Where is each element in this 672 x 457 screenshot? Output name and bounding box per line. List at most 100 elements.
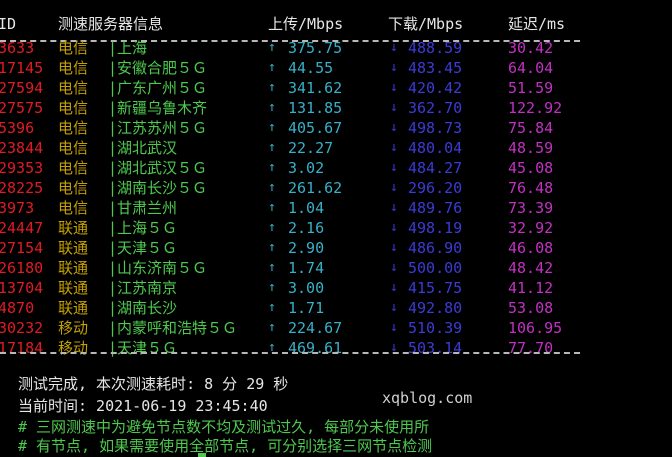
- isp-name: 联通: [58, 219, 89, 237]
- table-row: 5396 电信 |江苏苏州５Ｇ ↑ 405.67 ↓ 498.73 75.84: [0, 118, 672, 138]
- up-arrow-icon: ↑: [268, 160, 276, 175]
- server-id: 17184: [0, 339, 44, 357]
- upload-speed: 3.00: [288, 279, 325, 297]
- isp-name: 电信: [58, 119, 89, 137]
- upload-speed: 341.62: [288, 79, 343, 97]
- isp-name: 电信: [58, 179, 89, 197]
- upload-speed: 22.27: [288, 139, 334, 157]
- note-line-1: # 三网测速中为避免节点数不均及测试过久, 每部分未使用所: [18, 418, 430, 436]
- upload-speed: 2.16: [288, 219, 325, 237]
- server-id: 3973: [0, 199, 35, 217]
- isp-name: 电信: [58, 79, 89, 97]
- latency-value: 46.08: [508, 239, 554, 257]
- server-location: |江苏南京: [108, 279, 178, 297]
- down-arrow-icon: ↓: [390, 280, 398, 295]
- download-speed: 489.76: [408, 199, 463, 217]
- down-arrow-icon: ↓: [390, 240, 398, 255]
- server-location: |上海５Ｇ: [108, 219, 178, 237]
- server-location: |内蒙呼和浩特５Ｇ: [108, 319, 238, 337]
- server-location: |江苏苏州５Ｇ: [108, 119, 208, 137]
- isp-name: 电信: [58, 199, 89, 217]
- download-speed: 500.00: [408, 259, 463, 277]
- table-row: 26180 联通 |山东济南５Ｇ ↑ 1.74 ↓ 500.00 48.42: [0, 258, 672, 278]
- server-location: |上海: [108, 39, 148, 57]
- isp-name: 电信: [58, 139, 89, 157]
- up-arrow-icon: ↑: [268, 220, 276, 235]
- server-id: 5396: [0, 119, 35, 137]
- table-row: 23844 电信 |湖北武汉 ↑ 22.27 ↓ 480.04 48.59: [0, 138, 672, 158]
- server-location: |安徽合肥５Ｇ: [108, 59, 208, 77]
- upload-speed: 1.74: [288, 259, 325, 277]
- header-upload: 上传/Mbps: [268, 15, 344, 33]
- table-row: 17145 电信 |安徽合肥５Ｇ ↑ 44.55 ↓ 483.45 64.04: [0, 58, 672, 78]
- download-speed: 498.19: [408, 219, 463, 237]
- server-id: 30232: [0, 319, 44, 337]
- isp-name: 联通: [58, 299, 89, 317]
- server-id: 26180: [0, 259, 44, 277]
- server-location: |天津５Ｇ: [108, 339, 178, 357]
- server-id: 3633: [0, 39, 35, 57]
- server-id: 17145: [0, 59, 44, 77]
- server-id: 13704: [0, 279, 44, 297]
- download-speed: 503.14: [408, 339, 463, 357]
- upload-speed: 2.90: [288, 239, 325, 257]
- header-id: ID: [0, 15, 17, 33]
- isp-name: 联通: [58, 239, 89, 257]
- upload-speed: 1.04: [288, 199, 325, 217]
- isp-name: 电信: [58, 39, 89, 57]
- isp-name: 联通: [58, 279, 89, 297]
- down-arrow-icon: ↓: [390, 220, 398, 235]
- latency-value: 73.39: [508, 199, 554, 217]
- terminal-cursor: [198, 453, 206, 457]
- latency-value: 122.92: [508, 99, 563, 117]
- server-location: |湖南长沙: [108, 299, 178, 317]
- download-speed: 498.73: [408, 119, 463, 137]
- download-speed: 420.42: [408, 79, 463, 97]
- current-time: 当前时间: 2021-06-19 23:45:40: [18, 397, 268, 415]
- down-arrow-icon: ↓: [390, 160, 398, 175]
- header-download: 下载/Mbps: [388, 15, 464, 33]
- server-id: 27594: [0, 79, 44, 97]
- download-speed: 486.90: [408, 239, 463, 257]
- down-arrow-icon: ↓: [390, 60, 398, 75]
- latency-value: 77.70: [508, 339, 554, 357]
- upload-speed: 3.02: [288, 159, 325, 177]
- latency-value: 64.04: [508, 59, 554, 77]
- down-arrow-icon: ↓: [390, 120, 398, 135]
- download-speed: 510.39: [408, 319, 463, 337]
- latency-value: 51.59: [508, 79, 554, 97]
- upload-speed: 1.71: [288, 299, 325, 317]
- server-location: |甘肃兰州: [108, 199, 178, 217]
- table-row: 24447 联通 |上海５Ｇ ↑ 2.16 ↓ 498.19 32.92: [0, 218, 672, 238]
- up-arrow-icon: ↑: [268, 260, 276, 275]
- table-row: 30232 移动 |内蒙呼和浩特５Ｇ ↑ 224.67 ↓ 510.39 106.95: [0, 318, 672, 338]
- download-speed: 480.04: [408, 139, 463, 157]
- table-row: 4870 联通 |湖南长沙 ↑ 1.71 ↓ 492.80 53.08: [0, 298, 672, 318]
- download-speed: 484.27: [408, 159, 463, 177]
- completion-message: 测试完成, 本次测速耗时: 8 分 29 秒: [18, 375, 289, 393]
- server-location: |湖南长沙５Ｇ: [108, 179, 208, 197]
- upload-speed: 469.61: [288, 339, 343, 357]
- server-location: |山东济南５Ｇ: [108, 259, 208, 277]
- down-arrow-icon: ↓: [390, 340, 398, 355]
- latency-value: 45.08: [508, 159, 554, 177]
- upload-speed: 224.67: [288, 319, 343, 337]
- server-location: |广东广州５Ｇ: [108, 79, 208, 97]
- table-row: 3973 电信 |甘肃兰州 ↑ 1.04 ↓ 489.76 73.39: [0, 198, 672, 218]
- up-arrow-icon: ↑: [268, 340, 276, 355]
- up-arrow-icon: ↑: [268, 60, 276, 75]
- up-arrow-icon: ↑: [268, 320, 276, 335]
- download-speed: 488.59: [408, 39, 463, 57]
- download-speed: 296.20: [408, 179, 463, 197]
- up-arrow-icon: ↑: [268, 120, 276, 135]
- download-speed: 362.70: [408, 99, 463, 117]
- watermark: xqblog.com: [382, 389, 473, 407]
- up-arrow-icon: ↑: [268, 140, 276, 155]
- latency-value: 76.48: [508, 179, 554, 197]
- down-arrow-icon: ↓: [390, 100, 398, 115]
- up-arrow-icon: ↑: [268, 280, 276, 295]
- latency-value: 53.08: [508, 299, 554, 317]
- upload-speed: 261.62: [288, 179, 343, 197]
- server-location: |湖北武汉: [108, 139, 178, 157]
- upload-speed: 375.75: [288, 39, 343, 57]
